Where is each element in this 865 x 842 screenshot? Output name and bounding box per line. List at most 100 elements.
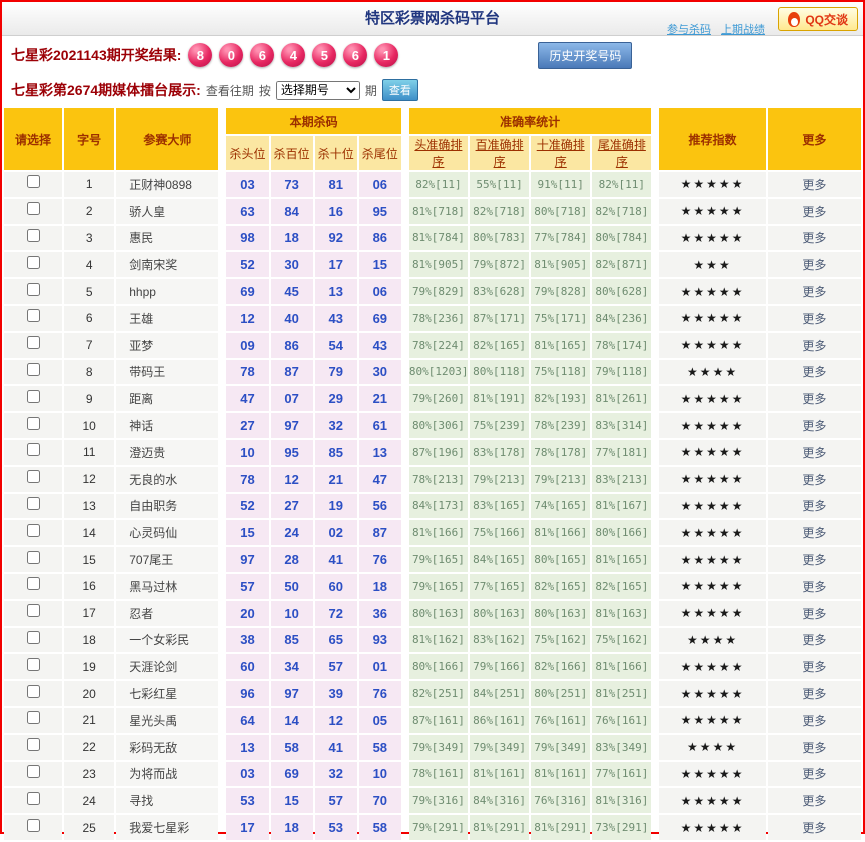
accuracy-value-0: 78%[161] (409, 762, 468, 787)
master-name[interactable]: 亚梦 (116, 333, 218, 358)
accuracy-value-0: 79%[829] (409, 279, 468, 304)
row-checkbox[interactable] (27, 497, 40, 510)
last-period-link[interactable]: 上期战绩 (721, 21, 765, 37)
history-numbers-button[interactable]: 历史开奖号码 (538, 42, 632, 69)
master-name[interactable]: 七彩红星 (116, 681, 218, 706)
more-link[interactable]: 更多 (802, 339, 826, 353)
more-link[interactable]: 更多 (802, 312, 826, 326)
master-name[interactable]: 天涯论剑 (116, 654, 218, 679)
row-checkbox[interactable] (27, 470, 40, 483)
table-row: 16黑马过林5750601879%[165]77%[165]82%[165]82… (4, 574, 861, 599)
master-name[interactable]: 寻找 (116, 788, 218, 813)
row-checkbox[interactable] (27, 309, 40, 322)
more-link[interactable]: 更多 (802, 607, 826, 621)
more-link[interactable]: 更多 (802, 794, 826, 808)
more-link[interactable]: 更多 (802, 767, 826, 781)
more-link[interactable]: 更多 (802, 741, 826, 755)
join-kill-link[interactable]: 参与杀码 (667, 21, 711, 37)
kill-number-0: 15 (226, 520, 268, 545)
more-link[interactable]: 更多 (802, 526, 826, 540)
more-link[interactable]: 更多 (802, 392, 826, 406)
row-checkbox[interactable] (27, 819, 40, 832)
table-row: 23为将而战0369321078%[161]81%[161]81%[161]77… (4, 762, 861, 787)
master-name[interactable]: 黑马过林 (116, 574, 218, 599)
master-name[interactable]: 王雄 (116, 306, 218, 331)
sort-tail-accuracy[interactable]: 尾准确排序 (598, 138, 646, 169)
row-checkbox[interactable] (27, 631, 40, 644)
row-checkbox[interactable] (27, 283, 40, 296)
row-checkbox[interactable] (27, 604, 40, 617)
master-name[interactable]: 正财神0898 (116, 172, 218, 197)
sort-ten-accuracy[interactable]: 十准确排序 (537, 138, 585, 169)
row-checkbox[interactable] (27, 202, 40, 215)
master-name[interactable]: 忍者 (116, 601, 218, 626)
row-checkbox[interactable] (27, 524, 40, 537)
master-name[interactable]: 星光头禹 (116, 708, 218, 733)
row-spacer (653, 628, 657, 653)
master-name[interactable]: 心灵码仙 (116, 520, 218, 545)
master-name[interactable]: hhpp (116, 279, 218, 304)
master-name[interactable]: 澄迈贵 (116, 440, 218, 465)
more-link[interactable]: 更多 (802, 499, 826, 513)
master-name[interactable]: 剑南宋奖 (116, 252, 218, 277)
accuracy-value-2: 80%[165] (531, 547, 590, 572)
row-checkbox[interactable] (27, 792, 40, 805)
row-checkbox[interactable] (27, 685, 40, 698)
row-checkbox[interactable] (27, 658, 40, 671)
row-checkbox[interactable] (27, 336, 40, 349)
kill-number-3: 36 (359, 601, 401, 626)
qq-chat-button[interactable]: QQ交谈 (778, 7, 858, 31)
more-link[interactable]: 更多 (802, 473, 826, 487)
row-checkbox[interactable] (27, 551, 40, 564)
master-name[interactable]: 707尾王 (116, 547, 218, 572)
period-suffix: 期 (365, 82, 377, 99)
more-link[interactable]: 更多 (802, 285, 826, 299)
master-name[interactable]: 为将而战 (116, 762, 218, 787)
more-link[interactable]: 更多 (802, 687, 826, 701)
more-link[interactable]: 更多 (802, 258, 826, 272)
master-name[interactable]: 彩码无敌 (116, 735, 218, 760)
more-link[interactable]: 更多 (802, 660, 826, 674)
more-link[interactable]: 更多 (802, 714, 826, 728)
more-link[interactable]: 更多 (802, 178, 826, 192)
more-link[interactable]: 更多 (802, 580, 826, 594)
sort-hundred-accuracy[interactable]: 百准确排序 (476, 138, 524, 169)
master-name[interactable]: 惠民 (116, 226, 218, 251)
more-link[interactable]: 更多 (802, 365, 826, 379)
master-name[interactable]: 无良的水 (116, 467, 218, 492)
row-checkbox[interactable] (27, 417, 40, 430)
table-row: 17忍者2010723680%[163]80%[163]80%[163]81%[… (4, 601, 861, 626)
row-checkbox[interactable] (27, 738, 40, 751)
more-link[interactable]: 更多 (802, 446, 826, 460)
row-checkbox[interactable] (27, 390, 40, 403)
period-select[interactable]: 选择期号 (276, 81, 360, 100)
kill-number-0: 38 (226, 628, 268, 653)
row-checkbox[interactable] (27, 256, 40, 269)
row-spacer (653, 681, 657, 706)
row-checkbox[interactable] (27, 363, 40, 376)
row-spacer (403, 360, 407, 385)
row-checkbox[interactable] (27, 577, 40, 590)
row-checkbox[interactable] (27, 175, 40, 188)
sort-head-accuracy[interactable]: 头准确排序 (414, 138, 462, 169)
more-link[interactable]: 更多 (802, 553, 826, 567)
more-link[interactable]: 更多 (802, 231, 826, 245)
master-name[interactable]: 一个女彩民 (116, 628, 218, 653)
more-link[interactable]: 更多 (802, 205, 826, 219)
master-name[interactable]: 自由职务 (116, 494, 218, 519)
row-checkbox[interactable] (27, 765, 40, 778)
master-name[interactable]: 神话 (116, 413, 218, 438)
row-checkbox[interactable] (27, 711, 40, 724)
master-name[interactable]: 带码王 (116, 360, 218, 385)
view-button[interactable]: 查看 (382, 79, 418, 101)
master-name[interactable]: 距离 (116, 386, 218, 411)
more-link[interactable]: 更多 (802, 633, 826, 647)
master-name[interactable]: 骄人皇 (116, 199, 218, 224)
master-name[interactable]: 我爱七星彩 (116, 815, 218, 840)
more-link[interactable]: 更多 (802, 821, 826, 835)
more-link[interactable]: 更多 (802, 419, 826, 433)
row-checkbox[interactable] (27, 443, 40, 456)
row-checkbox[interactable] (27, 229, 40, 242)
row-select-cell (4, 681, 62, 706)
header-more: 更多 (768, 108, 861, 170)
